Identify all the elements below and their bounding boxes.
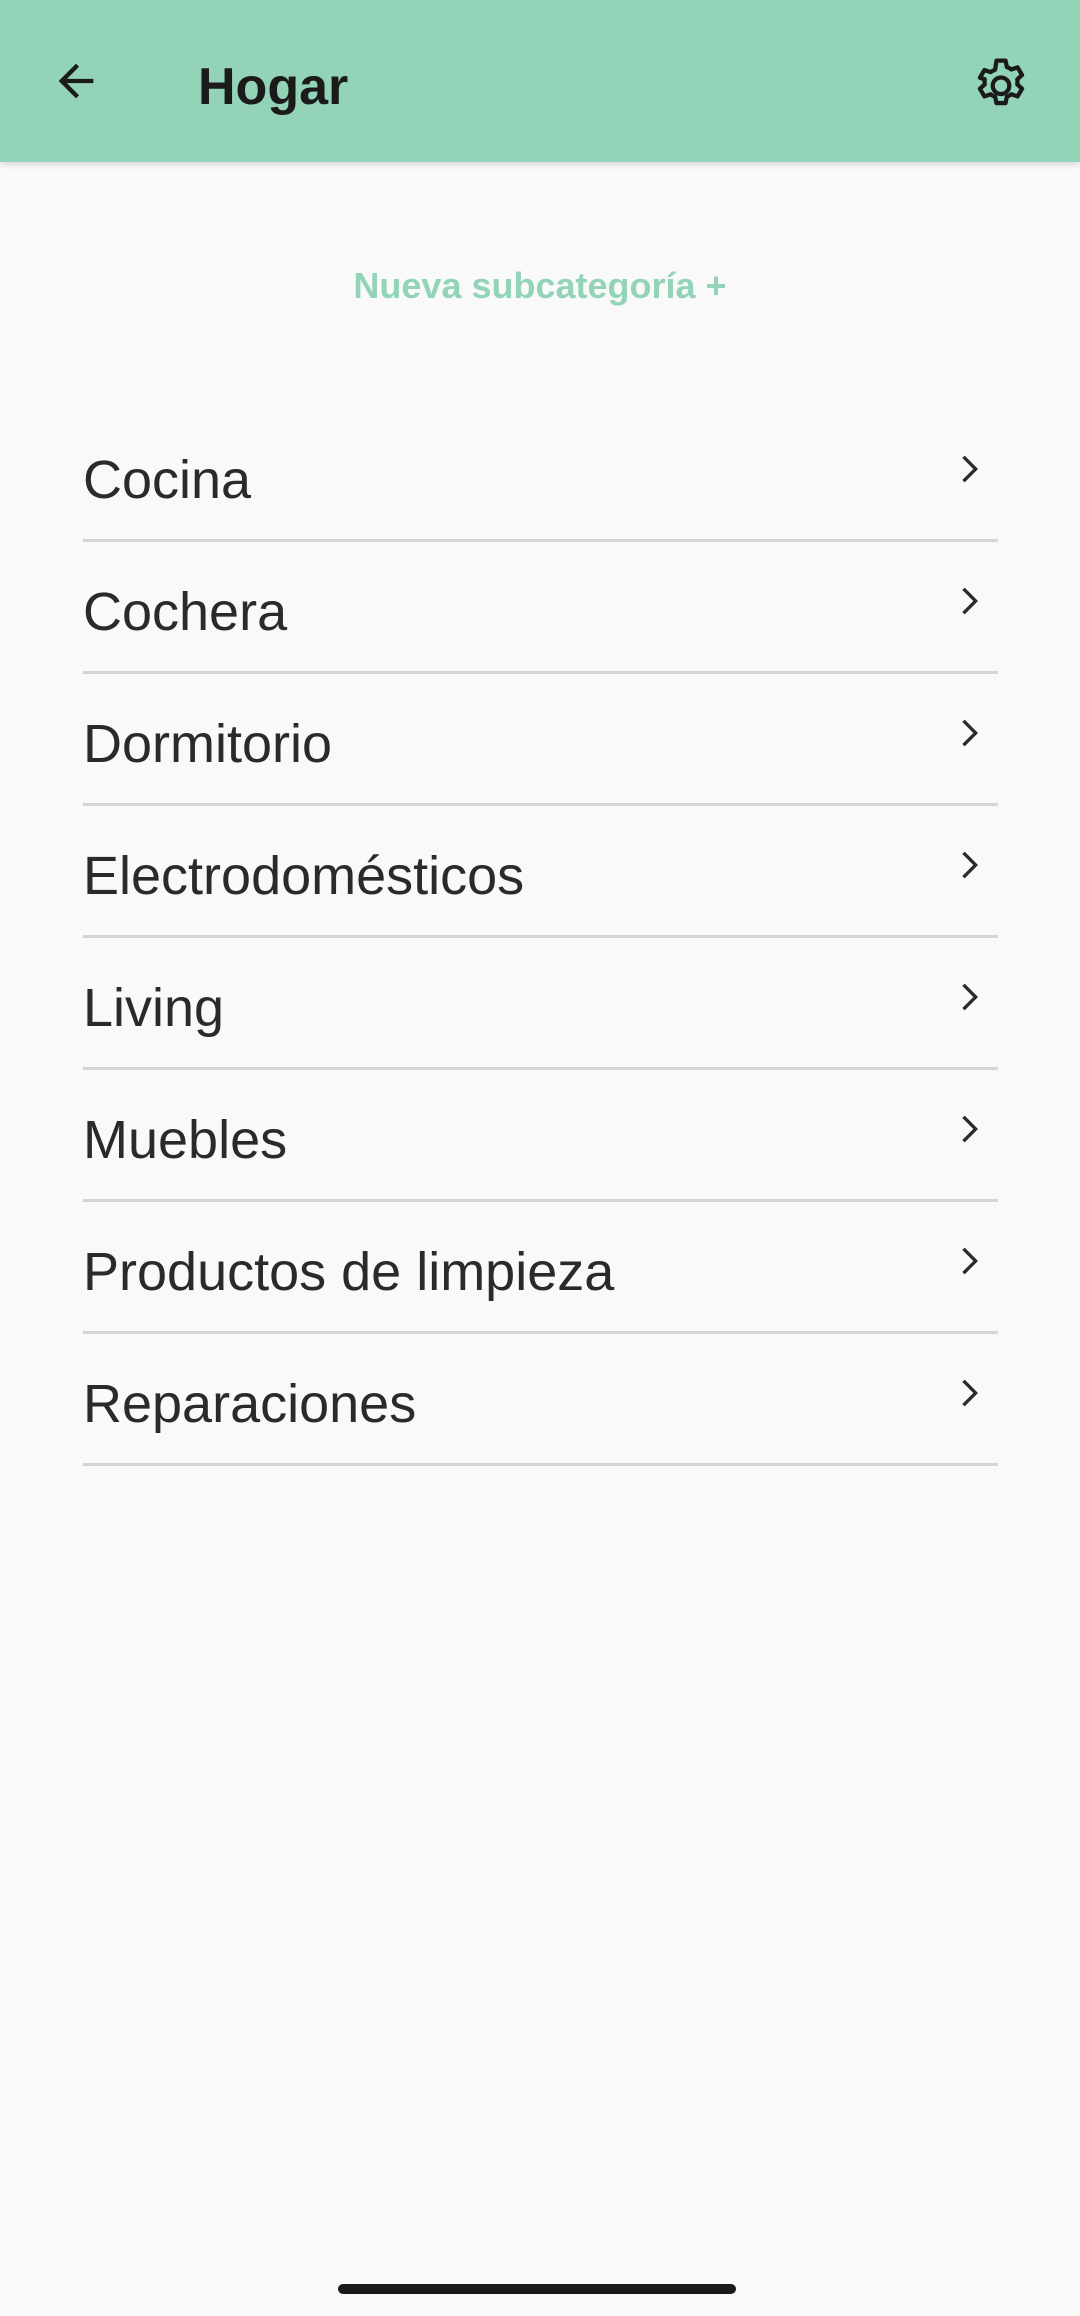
page-title: Hogar [198,58,349,116]
app-screen: Hogar Nueva subcategoría + Cocina Cocher… [0,0,1080,2316]
list-item[interactable]: Reparaciones [83,1334,998,1466]
chevron-right-icon [948,576,988,626]
arrow-left-icon [58,63,94,99]
list-item[interactable]: Dormitorio [83,674,998,806]
list-item-label: Electrodomésticos [83,846,525,906]
chevron-right-icon [948,1368,988,1418]
home-indicator[interactable] [338,2284,736,2294]
chevron-right-icon [948,444,988,494]
top-app-bar: Hogar [0,0,1080,162]
chevron-right-icon [948,972,988,1022]
list-item[interactable]: Cocina [83,410,998,542]
subcategory-list: Cocina Cochera Dormitorio Electrodomésti… [83,410,998,1466]
list-item[interactable]: Electrodomésticos [83,806,998,938]
list-item[interactable]: Living [83,938,998,1070]
list-item[interactable]: Productos de limpieza [83,1202,998,1334]
back-button[interactable] [40,45,112,117]
list-item-label: Cochera [83,582,288,642]
list-item-label: Reparaciones [83,1374,417,1434]
list-item-label: Productos de limpieza [83,1242,615,1302]
list-item-label: Dormitorio [83,714,333,774]
chevron-right-icon [948,1104,988,1154]
list-item[interactable]: Cochera [83,542,998,674]
chevron-right-icon [948,1236,988,1286]
settings-button[interactable] [962,50,1040,122]
chevron-right-icon [948,840,988,890]
list-item[interactable]: Muebles [83,1070,998,1202]
chevron-right-icon [948,708,988,758]
list-item-label: Living [83,978,225,1038]
list-item-label: Muebles [83,1110,288,1170]
new-subcategory-button[interactable]: Nueva subcategoría + [0,265,1080,307]
list-item-label: Cocina [83,450,252,510]
gear-icon [977,58,1025,106]
